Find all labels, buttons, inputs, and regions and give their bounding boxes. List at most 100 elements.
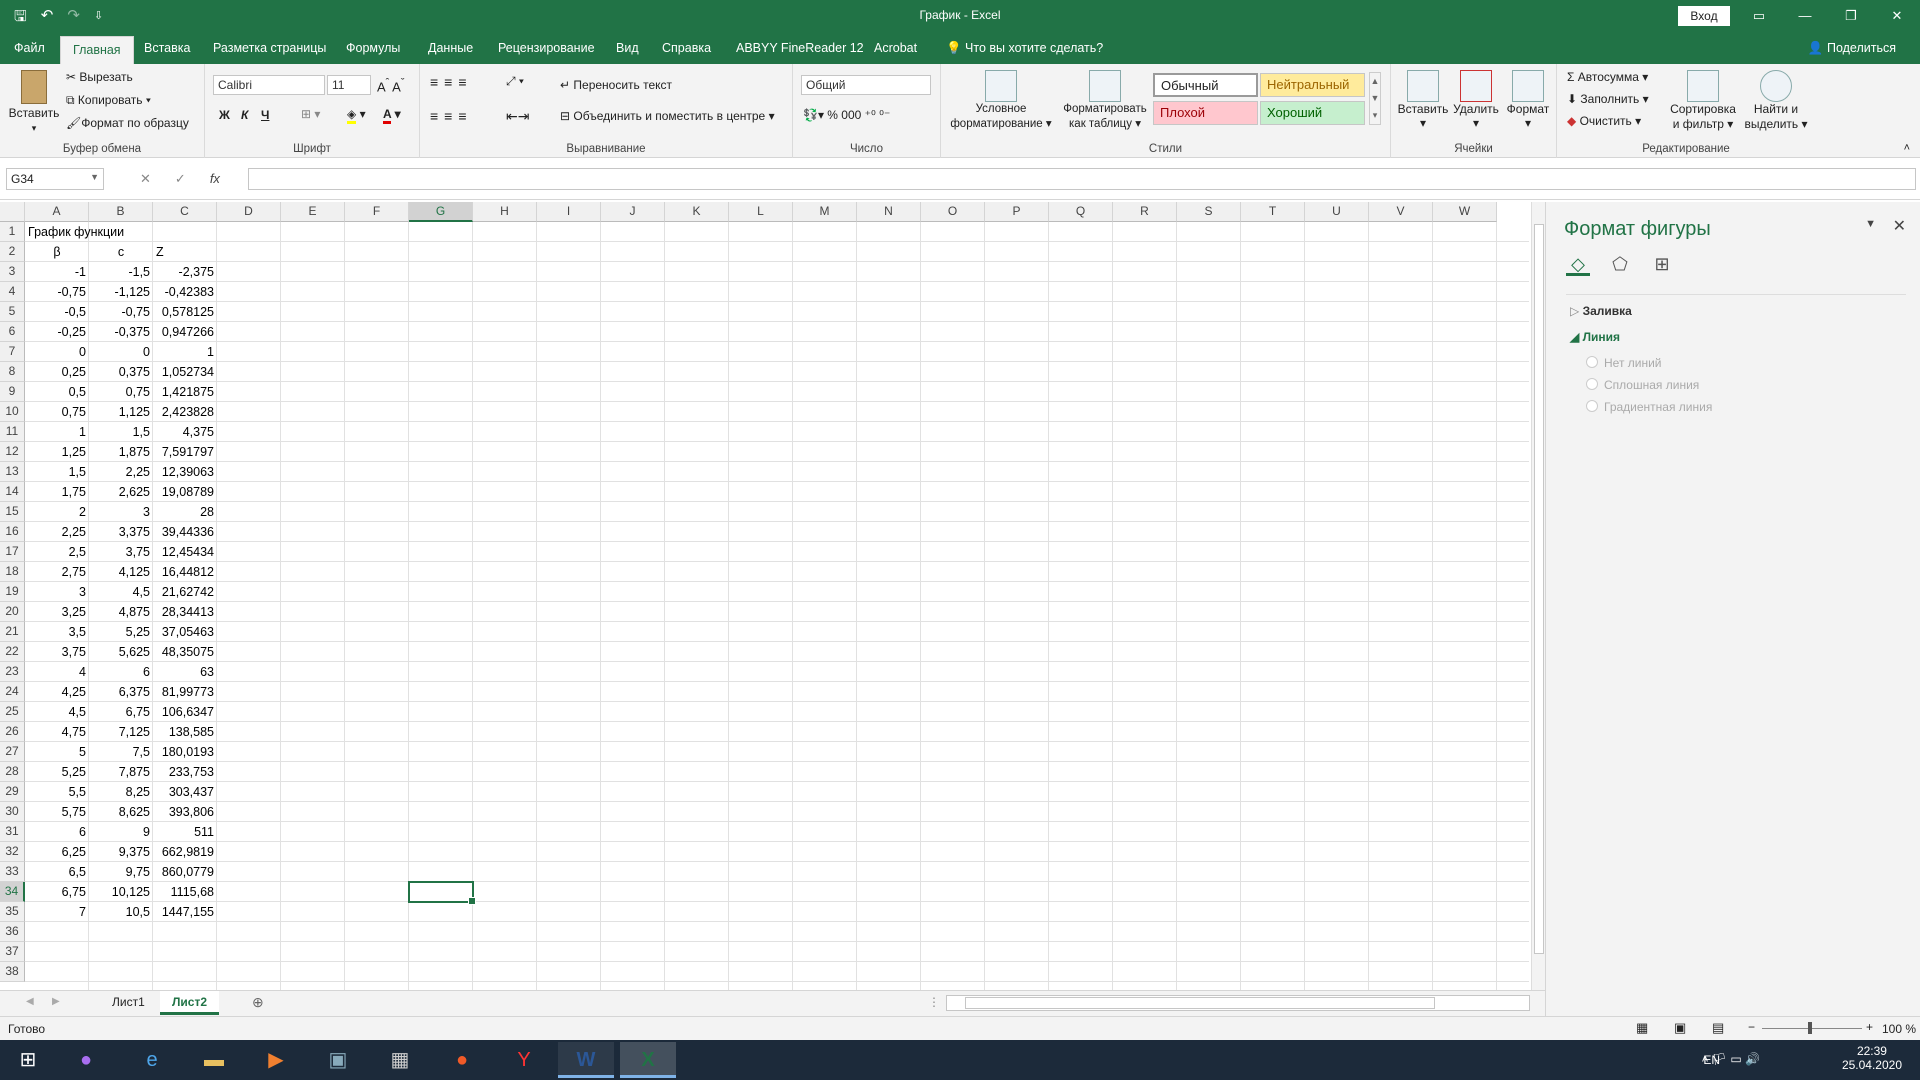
- table-cell[interactable]: 19,08789: [153, 482, 217, 502]
- table-cell[interactable]: 6,75: [25, 882, 89, 902]
- cell-a1-title[interactable]: График функции: [25, 222, 124, 242]
- start-button-icon[interactable]: ⊞: [0, 1042, 56, 1078]
- horizontal-scroll-thumb[interactable]: [965, 997, 1435, 1009]
- bold-button[interactable]: Ж: [219, 108, 230, 122]
- formula-input[interactable]: [248, 168, 1916, 190]
- page-layout-view-icon[interactable]: ▣: [1674, 1020, 1686, 1036]
- table-cell[interactable]: 2,625: [89, 482, 153, 502]
- column-header-u[interactable]: U: [1305, 202, 1369, 222]
- row-header-15[interactable]: 15: [0, 502, 25, 522]
- yandex-browser-icon[interactable]: Y: [496, 1042, 552, 1078]
- wrap-text-button[interactable]: ↵ Переносить текст: [560, 78, 672, 92]
- table-cell[interactable]: 138,585: [153, 722, 217, 742]
- table-cell[interactable]: 1,75: [25, 482, 89, 502]
- row-header-16[interactable]: 16: [0, 522, 25, 542]
- table-cell[interactable]: 6: [89, 662, 153, 682]
- table-cell[interactable]: 4,125: [89, 562, 153, 582]
- table-cell[interactable]: 6,5: [25, 862, 89, 882]
- table-cell[interactable]: 1,421875: [153, 382, 217, 402]
- format-painter-button[interactable]: 🖌Формат по образцу: [66, 116, 189, 130]
- table-cell[interactable]: 303,437: [153, 782, 217, 802]
- page-break-view-icon[interactable]: ▤: [1712, 1020, 1724, 1036]
- indent-icons[interactable]: ⇤⇥: [506, 108, 529, 125]
- font-size-select[interactable]: 11: [327, 75, 371, 95]
- table-cell[interactable]: 1447,155: [153, 902, 217, 922]
- column-header-v[interactable]: V: [1369, 202, 1433, 222]
- table-cell[interactable]: 10,125: [89, 882, 153, 902]
- row-header-19[interactable]: 19: [0, 582, 25, 602]
- zoom-level[interactable]: 100 %: [1882, 1022, 1916, 1036]
- row-header-27[interactable]: 27: [0, 742, 25, 762]
- font-color-icon[interactable]: A ▾: [383, 107, 401, 124]
- table-cell[interactable]: 0: [89, 342, 153, 362]
- tab-abbyy[interactable]: ABBYY FineReader 12: [736, 41, 864, 55]
- row-header-35[interactable]: 35: [0, 902, 25, 922]
- clear-button[interactable]: ◆ Очистить ▾: [1567, 114, 1641, 128]
- close-icon[interactable]: ✕: [1874, 0, 1920, 32]
- row-header-9[interactable]: 9: [0, 382, 25, 402]
- copy-button[interactable]: ⧉ Копировать ▾: [66, 93, 151, 108]
- table-cell[interactable]: 0,375: [89, 362, 153, 382]
- table-cell[interactable]: 4,375: [153, 422, 217, 442]
- table-cell[interactable]: 180,0193: [153, 742, 217, 762]
- tab-home[interactable]: Главная: [60, 36, 134, 64]
- table-cell[interactable]: 5: [25, 742, 89, 762]
- table-cell[interactable]: 393,806: [153, 802, 217, 822]
- column-header-o[interactable]: O: [921, 202, 985, 222]
- table-cell[interactable]: 3,75: [25, 642, 89, 662]
- gradient-line-radio[interactable]: Градиентная линия: [1586, 400, 1712, 414]
- table-cell[interactable]: 9,75: [89, 862, 153, 882]
- row-header-34[interactable]: 34: [0, 882, 25, 902]
- row-header-26[interactable]: 26: [0, 722, 25, 742]
- cut-button[interactable]: ✂ Вырезать: [66, 70, 133, 84]
- table-cell[interactable]: 2,5: [25, 542, 89, 562]
- horizontal-align-icons[interactable]: ≡≡≡: [430, 108, 473, 124]
- table-cell[interactable]: 9: [89, 822, 153, 842]
- zoom-in-icon[interactable]: +: [1866, 1020, 1873, 1034]
- share-button[interactable]: 👤 Поделиться: [1808, 41, 1896, 56]
- table-cell[interactable]: 5,5: [25, 782, 89, 802]
- table-cell[interactable]: 3: [89, 502, 153, 522]
- tab-review[interactable]: Рецензирование: [498, 41, 595, 55]
- zoom-slider-thumb[interactable]: [1808, 1022, 1812, 1034]
- row-header-24[interactable]: 24: [0, 682, 25, 702]
- normal-view-icon[interactable]: ▦: [1636, 1020, 1648, 1036]
- table-cell[interactable]: 0,947266: [153, 322, 217, 342]
- table-cell[interactable]: 28,34413: [153, 602, 217, 622]
- column-header-n[interactable]: N: [857, 202, 921, 222]
- network-icon[interactable]: ▣: [310, 1042, 366, 1078]
- table-cell[interactable]: -1,5: [89, 262, 153, 282]
- column-header-t[interactable]: T: [1241, 202, 1305, 222]
- table-cell[interactable]: -2,375: [153, 262, 217, 282]
- paste-button[interactable]: Вставить ▾: [8, 70, 60, 134]
- maximize-icon[interactable]: ❐: [1828, 0, 1874, 32]
- table-cell[interactable]: 5,625: [89, 642, 153, 662]
- column-header-p[interactable]: P: [985, 202, 1049, 222]
- fill-line-tab-icon[interactable]: ◇: [1566, 252, 1590, 276]
- column-header-b[interactable]: B: [89, 202, 153, 222]
- row-header-6[interactable]: 6: [0, 322, 25, 342]
- table-cell[interactable]: 511: [153, 822, 217, 842]
- table-cell[interactable]: 6,375: [89, 682, 153, 702]
- table-cell[interactable]: 3,5: [25, 622, 89, 642]
- table-cell[interactable]: 63: [153, 662, 217, 682]
- excel-icon[interactable]: X: [620, 1042, 676, 1078]
- insert-cells-button[interactable]: Вставить ▾: [1397, 70, 1449, 130]
- media-player-icon[interactable]: ▶: [248, 1042, 304, 1078]
- table-cell[interactable]: 860,0779: [153, 862, 217, 882]
- row-header-7[interactable]: 7: [0, 342, 25, 362]
- column-header-q[interactable]: Q: [1049, 202, 1113, 222]
- table-cell[interactable]: -0,75: [89, 302, 153, 322]
- table-cell[interactable]: -1: [25, 262, 89, 282]
- column-header-e[interactable]: E: [281, 202, 345, 222]
- minimize-icon[interactable]: —: [1782, 0, 1828, 32]
- column-header-w[interactable]: W: [1433, 202, 1497, 222]
- table-cell[interactable]: 6: [25, 822, 89, 842]
- row-header-38[interactable]: 38: [0, 962, 25, 982]
- map-pin-icon[interactable]: ●: [434, 1042, 490, 1078]
- row-header-22[interactable]: 22: [0, 642, 25, 662]
- row-header-10[interactable]: 10: [0, 402, 25, 422]
- table-cell[interactable]: 4,75: [25, 722, 89, 742]
- table-cell[interactable]: 7,591797: [153, 442, 217, 462]
- table-cell[interactable]: 4: [25, 662, 89, 682]
